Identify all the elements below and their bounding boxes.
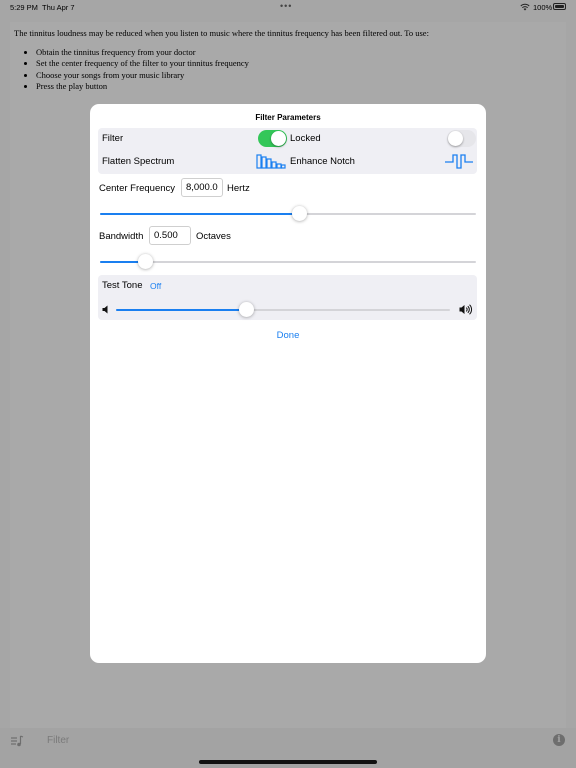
slider-thumb[interactable] — [239, 302, 255, 317]
instruction-step: Obtain the tinnitus frequency from your … — [36, 47, 249, 58]
test-tone-label: Test Tone — [102, 280, 143, 291]
locked-toggle[interactable] — [447, 130, 476, 147]
info-icon[interactable]: i — [553, 734, 565, 746]
slider-track — [100, 261, 476, 263]
volume-min-icon — [102, 305, 108, 314]
instruction-step: Press the play button — [36, 81, 249, 92]
instructions-steps: Obtain the tinnitus frequency from your … — [36, 47, 249, 92]
multitasking-dots-icon[interactable]: ••• — [280, 1, 292, 11]
status-time: 5:29 PM — [10, 3, 38, 12]
filter-options-group: Filter Locked Flatten Spectrum Enhance N… — [98, 128, 477, 174]
filter-parameters-modal: Filter Parameters Filter Locked Flatten … — [90, 104, 486, 663]
volume-max-icon — [459, 304, 473, 315]
center-frequency-label: Center Frequency — [99, 183, 176, 194]
slider-fill — [116, 309, 247, 311]
test-tone-volume-slider[interactable] — [116, 302, 450, 318]
bandwidth-unit: Octaves — [196, 231, 231, 242]
toggle-knob — [448, 131, 463, 146]
enhance-notch-label: Enhance Notch — [290, 156, 355, 167]
test-tone-group: Test Tone Off — [98, 275, 477, 320]
center-frequency-field[interactable]: 8,000.0 — [181, 178, 223, 197]
instruction-step: Choose your songs from your music librar… — [36, 70, 249, 81]
slider-thumb[interactable] — [138, 254, 154, 269]
instructions-intro: The tinnitus loudness may be reduced whe… — [14, 28, 429, 38]
done-button[interactable]: Done — [90, 330, 486, 341]
status-date: Thu Apr 7 — [42, 3, 75, 12]
filter-label: Filter — [102, 133, 124, 144]
bandwidth-field[interactable]: 0.500 — [149, 226, 191, 245]
wifi-icon — [520, 3, 530, 11]
status-bar: 5:29 PM Thu Apr 7 ••• 100% — [0, 0, 576, 14]
battery-percent: 100% — [533, 3, 553, 12]
locked-label: Locked — [290, 133, 321, 144]
bandwidth-label: Bandwidth — [99, 231, 144, 242]
slider-thumb[interactable] — [292, 206, 308, 221]
home-indicator — [199, 760, 377, 764]
battery-icon — [553, 3, 566, 10]
test-tone-toggle-button[interactable]: Off — [150, 281, 161, 291]
toggle-knob — [271, 131, 286, 146]
flatten-spectrum-label: Flatten Spectrum — [102, 156, 175, 167]
slider-fill — [100, 213, 300, 215]
enhance-notch-icon[interactable] — [444, 153, 474, 170]
toolbar-filter-button[interactable]: Filter — [47, 735, 69, 746]
modal-title: Filter Parameters — [255, 113, 321, 122]
center-frequency-unit: Hertz — [227, 183, 250, 194]
flatten-spectrum-icon[interactable] — [256, 154, 286, 169]
bandwidth-slider[interactable] — [100, 254, 476, 270]
instruction-step: Set the center frequency of the filter t… — [36, 58, 249, 69]
center-frequency-slider[interactable] — [100, 206, 476, 222]
music-list-icon[interactable] — [10, 734, 24, 748]
filter-toggle[interactable] — [258, 130, 287, 147]
